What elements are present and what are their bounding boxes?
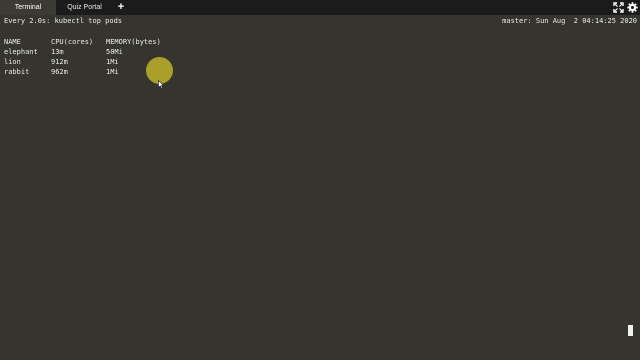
watch-timestamp: master: Sun Aug 2 04:14:25 2020 (502, 17, 637, 25)
pod-cpu: 13m (51, 48, 64, 56)
column-header-memory: MEMORY(bytes) (106, 38, 161, 46)
gear-icon[interactable] (627, 2, 638, 13)
pod-cpu: 912m (51, 58, 68, 66)
tab-terminal[interactable]: Terminal (0, 0, 56, 15)
watch-command-header: Every 2.0s: kubectl top pods (4, 17, 123, 25)
tab-bar: Terminal Quiz Portal + (0, 0, 640, 15)
table-row: elephant 13m 50Mi (0, 48, 640, 159)
pod-name: elephant (4, 48, 38, 56)
pod-memory: 1Mi (106, 58, 119, 66)
mouse-pointer-icon (158, 80, 164, 89)
pods-table-header: NAME CPU(cores) MEMORY(bytes) (0, 38, 640, 95)
table-row: rabbit 962m 1Mi (0, 68, 640, 271)
column-header-cpu: CPU(cores) (51, 38, 94, 46)
pod-name: rabbit (4, 68, 30, 76)
table-row: lion 912m 1Mi (0, 58, 640, 215)
tab-quiz-portal[interactable]: Quiz Portal (57, 0, 112, 15)
terminal-cursor (628, 325, 633, 336)
pod-memory: 50Mi (106, 48, 123, 56)
pod-cpu: 962m (51, 68, 68, 76)
add-tab-button[interactable]: + (114, 0, 128, 15)
terminal-output[interactable]: Every 2.0s: kubectl top pods master: Sun… (0, 15, 640, 360)
column-header-name: NAME (4, 38, 21, 46)
pod-memory: 1Mi (106, 68, 119, 76)
fullscreen-icon[interactable] (613, 2, 624, 13)
pod-name: lion (4, 58, 21, 66)
